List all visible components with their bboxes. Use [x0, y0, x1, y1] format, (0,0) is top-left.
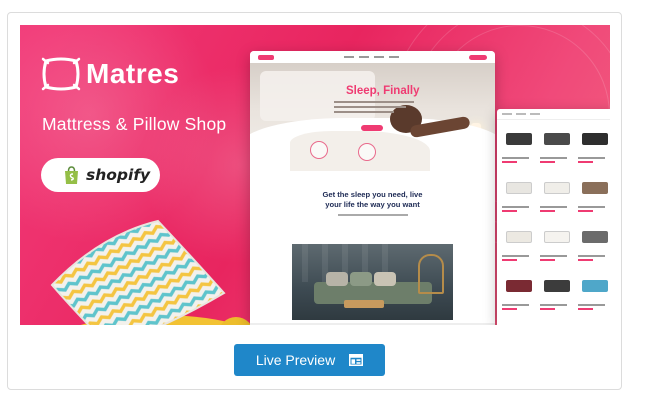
- preview-nav-cta: [469, 54, 487, 60]
- product-card: [502, 124, 536, 170]
- pillow-logo-icon: [41, 57, 81, 91]
- section-subtitle-line: [337, 214, 408, 216]
- hero-badge: [358, 143, 376, 161]
- section-title-line1: Get the sleep you need, live: [322, 190, 423, 199]
- shop-tagline: Mattress & Pillow Shop: [42, 114, 227, 134]
- product-card: [578, 271, 610, 317]
- product-card: [578, 173, 610, 219]
- live-preview-button[interactable]: Live Preview: [234, 344, 385, 376]
- preview-nav-links: [344, 56, 399, 58]
- grid-toolbar: [497, 109, 610, 120]
- preview-logo: [258, 54, 274, 60]
- cushion-image: [50, 219, 250, 325]
- room-wall: [302, 244, 308, 282]
- room-table: [344, 300, 384, 308]
- hero-button: [361, 125, 383, 131]
- shopify-bag-icon: [65, 165, 78, 184]
- product-card: [578, 124, 610, 170]
- product-card: [502, 222, 536, 268]
- homepage-preview: Sleep, Finally Get the sleep you need, l…: [250, 51, 495, 325]
- product-grid: [497, 120, 610, 321]
- theme-banner[interactable]: Matres Mattress & Pillow Shop shopify Sl…: [20, 25, 610, 325]
- room-pillow: [374, 272, 396, 286]
- brand-logo: Matres: [40, 55, 179, 93]
- section-title-line2: your life the way you want: [325, 199, 420, 209]
- product-card: [540, 124, 574, 170]
- preview-navbar: [250, 51, 495, 63]
- platform-name: shopify: [86, 166, 151, 184]
- product-card: [502, 271, 536, 317]
- hero-title: Sleep, Finally: [346, 85, 420, 97]
- product-card: [540, 222, 574, 268]
- room-chair: [418, 254, 444, 294]
- preview-divider: [250, 323, 495, 325]
- layout-icon: [349, 354, 364, 366]
- room-pillow: [326, 272, 348, 286]
- hero-badge: [310, 141, 328, 159]
- preview-hero: Sleep, Finally: [250, 63, 495, 178]
- brand-name: Matres: [86, 58, 180, 89]
- preview-section-heading: Get the sleep you need, live your life t…: [250, 178, 495, 216]
- preview-room-image: [292, 244, 453, 320]
- product-card: [502, 173, 536, 219]
- live-preview-label: Live Preview: [255, 352, 336, 368]
- platform-badge: shopify: [41, 158, 160, 192]
- product-card: [578, 222, 610, 268]
- room-pillow: [350, 272, 372, 286]
- product-card: [540, 173, 574, 219]
- product-grid-preview: [497, 109, 610, 325]
- hero-text-lines: [334, 101, 414, 116]
- product-card: [540, 271, 574, 317]
